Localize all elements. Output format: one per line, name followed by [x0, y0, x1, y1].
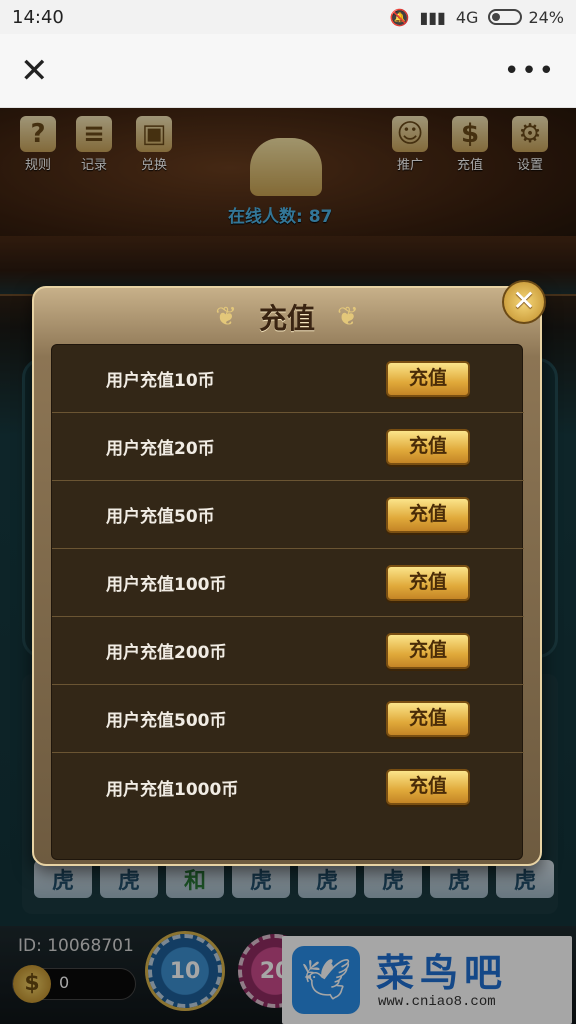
status-indicators: 🔕 ▮▮▮ 4G 24%: [390, 8, 564, 27]
recharge-list: 用户充值10币 充值 用户充值20币 充值 用户充值50币 充值 用户充值100…: [51, 344, 524, 860]
laurel-right-icon: ❦: [337, 302, 359, 332]
battery-indicator: 24%: [488, 8, 564, 27]
recharge-option-label: 用户充值100币: [106, 575, 227, 595]
recharge-option-label: 用户充值20币: [106, 439, 215, 459]
recharge-modal: ❦ 充值 ❦ ✕ 用户充值10币 充值 用户充值20币 充值 用户充值50币 充…: [32, 280, 546, 866]
battery-percent: 24%: [528, 7, 564, 27]
nav-bar: ✕ •••: [0, 34, 576, 108]
modal-title: 充值: [258, 302, 315, 335]
recharge-option-label: 用户充值1000币: [106, 779, 239, 800]
recharge-row: 用户充值50币 充值: [52, 481, 524, 549]
recharge-50-button[interactable]: 充值: [386, 496, 470, 533]
mute-icon: 🔕: [389, 7, 410, 27]
recharge-option-label: 用户充值10币: [106, 371, 215, 391]
status-time: 14:40: [12, 6, 64, 28]
recharge-option-label: 用户充值500币: [106, 711, 227, 731]
status-bar: 14:40 🔕 ▮▮▮ 4G 24%: [0, 0, 576, 34]
signal-icon: ▮▮▮: [419, 7, 446, 27]
recharge-10-button[interactable]: 充值: [386, 360, 470, 397]
recharge-500-button[interactable]: 充值: [386, 700, 470, 737]
recharge-row: 用户充值500币 充值: [52, 685, 524, 753]
battery-icon: [488, 9, 523, 25]
recharge-row: 用户充值200币 充值: [52, 617, 524, 685]
recharge-row: 用户充值100币 充值: [52, 549, 524, 617]
recharge-1000-button[interactable]: 充值: [386, 769, 470, 805]
recharge-100-button[interactable]: 充值: [386, 564, 470, 601]
modal-header: ❦ 充值 ❦: [34, 288, 540, 346]
recharge-200-button[interactable]: 充值: [386, 632, 470, 669]
modal-close-button[interactable]: ✕: [502, 280, 546, 324]
recharge-option-label: 用户充值50币: [106, 507, 215, 527]
recharge-row: 用户充值10币 充值: [52, 345, 524, 413]
recharge-row: 用户充值20币 充值: [52, 413, 524, 481]
more-icon[interactable]: •••: [504, 56, 556, 86]
game-view: ? 规则 ≡ 记录 ▣ 兑换 在线人数: 87 ☺ 推广 $ 充值 ⚙ 设置 虎…: [0, 108, 576, 1024]
network-type: 4G: [455, 7, 479, 27]
laurel-left-icon: ❦: [215, 302, 237, 332]
close-icon[interactable]: ✕: [20, 54, 49, 88]
recharge-20-button[interactable]: 充值: [386, 428, 470, 465]
recharge-row: 用户充值1000币 充值: [52, 753, 524, 821]
recharge-option-label: 用户充值200币: [106, 643, 227, 663]
